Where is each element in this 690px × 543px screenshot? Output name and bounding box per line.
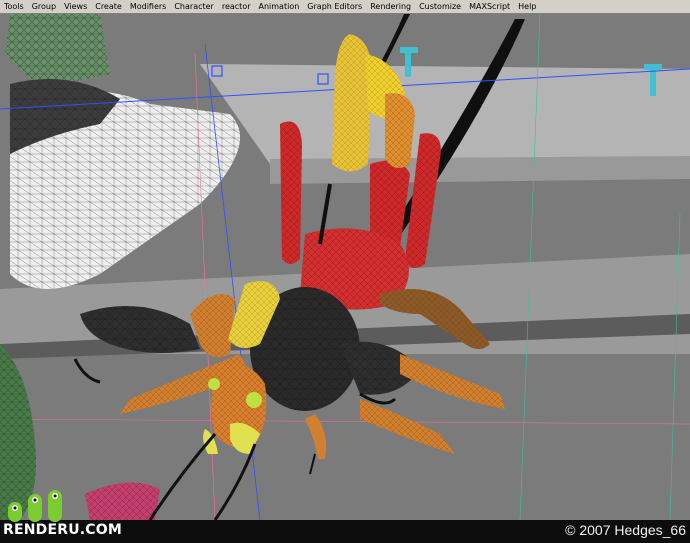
- menu-bar: Tools Group Views Create Modifiers Chara…: [0, 0, 690, 14]
- menu-modifiers[interactable]: Modifiers: [126, 0, 171, 13]
- menu-tools[interactable]: Tools: [0, 0, 28, 13]
- viewport-scene: [0, 14, 690, 520]
- menu-maxscript[interactable]: MAXScript: [465, 0, 514, 13]
- menu-customize[interactable]: Customize: [415, 0, 465, 13]
- 3d-viewport[interactable]: [0, 14, 690, 520]
- renderu-logo-text: RENDERU.COM: [3, 522, 123, 538]
- renderu-mascot-icon: [8, 490, 62, 522]
- watermark-bar: RENDERU.COM © 2007 Hedges_66: [0, 490, 690, 543]
- menu-rendering[interactable]: Rendering: [366, 0, 415, 13]
- eye-left: [208, 378, 220, 390]
- eye-right: [246, 392, 262, 408]
- menu-help[interactable]: Help: [514, 0, 540, 13]
- copyright-text: © 2007 Hedges_66: [565, 522, 686, 538]
- menu-character[interactable]: Character: [170, 0, 218, 13]
- menu-reactor[interactable]: reactor: [218, 0, 255, 13]
- menu-animation[interactable]: Animation: [255, 0, 304, 13]
- menu-views[interactable]: Views: [60, 0, 91, 13]
- marker-1: [405, 49, 411, 77]
- menu-graph-editors[interactable]: Graph Editors: [303, 0, 366, 13]
- menu-group[interactable]: Group: [28, 0, 60, 13]
- menu-create[interactable]: Create: [91, 0, 126, 13]
